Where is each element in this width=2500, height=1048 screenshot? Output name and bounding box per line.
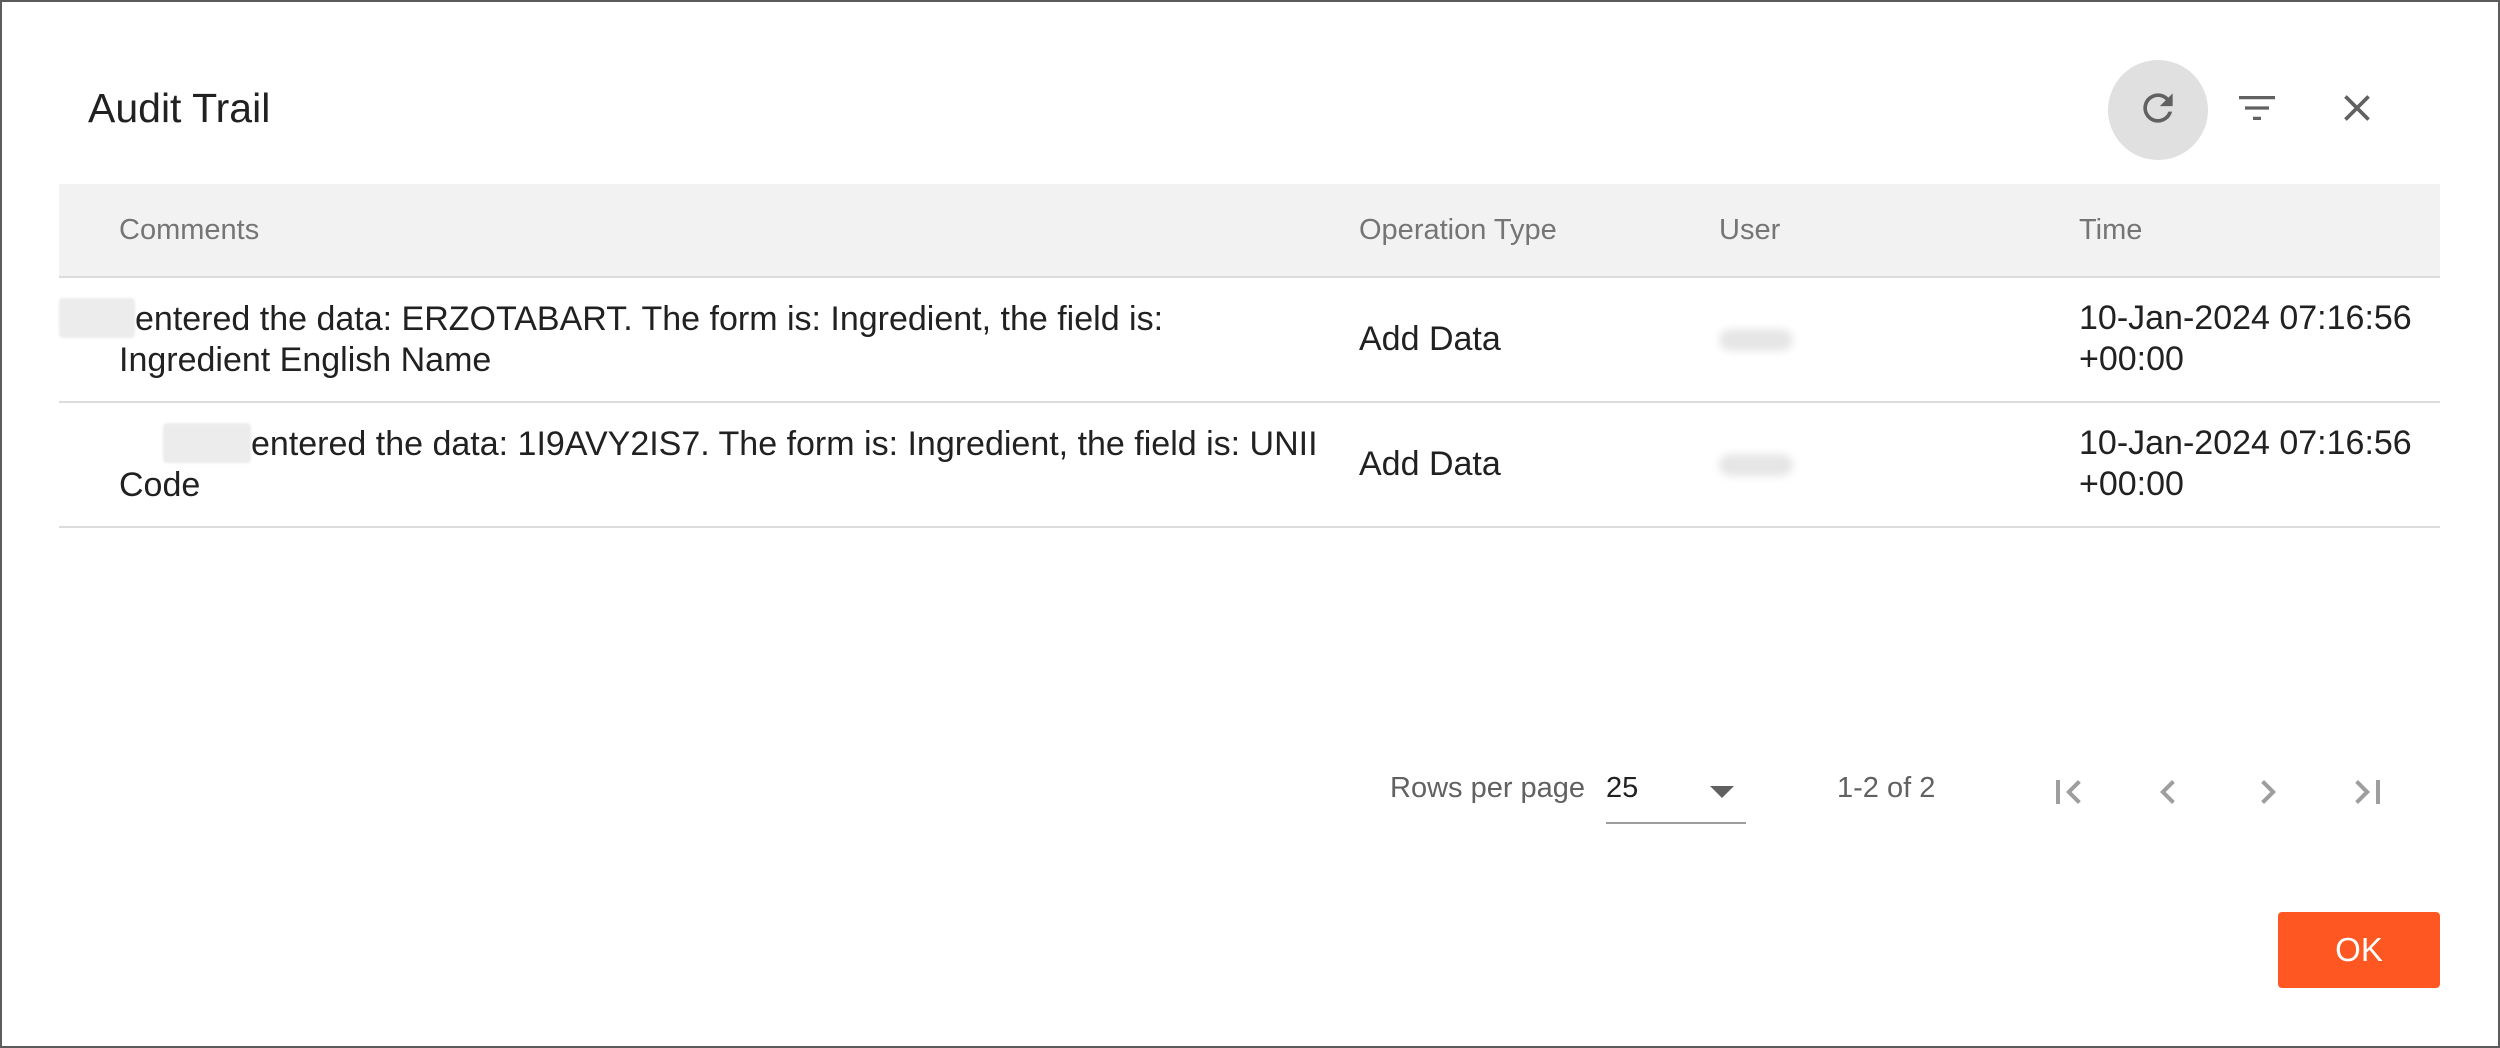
filter-icon [2233, 84, 2281, 137]
ok-button[interactable]: OK [2278, 912, 2440, 988]
rows-per-page-select[interactable]: 25 [1606, 764, 1746, 824]
rows-per-page-value: 25 [1606, 772, 1639, 804]
first-page-icon [2044, 768, 2092, 821]
user-cell [1719, 444, 1793, 486]
chevron-right-icon [2244, 768, 2292, 821]
last-page-button[interactable] [2336, 762, 2400, 826]
dialog-title: Audit Trail [88, 85, 271, 131]
table-header: Comments Operation Type User Time [59, 184, 2440, 278]
operation-type-cell: Add Data [1359, 320, 1501, 358]
refresh-button[interactable] [2108, 60, 2208, 160]
comment-cell: entered the data: 1I9AVY2IS7. The form i… [119, 423, 1319, 506]
user-cell [1719, 319, 1793, 361]
redacted-user [1719, 454, 1793, 476]
comment-text: entered the data: 1I9AVY2IS7. The form i… [119, 425, 1318, 504]
table-row[interactable]: entered the data: ERZOTABART. The form i… [59, 278, 2440, 403]
redacted-user-name [163, 423, 251, 463]
column-header-comments[interactable]: Comments [119, 214, 259, 247]
time-cell: 10-Jan-2024 07:16:56 +00:00 [2079, 424, 2412, 503]
last-page-icon [2344, 768, 2392, 821]
comment-cell: entered the data: ERZOTABART. The form i… [59, 298, 1319, 381]
column-header-operation-type[interactable]: Operation Type [1359, 214, 1557, 247]
table-row[interactable]: entered the data: 1I9AVY2IS7. The form i… [59, 403, 2440, 528]
column-header-user[interactable]: User [1719, 214, 1780, 247]
operation-type-cell: Add Data [1359, 445, 1501, 483]
comment-text: entered the data: ERZOTABART. The form i… [119, 300, 1164, 379]
pagination-range: 1-2 of 2 [1837, 772, 1936, 804]
refresh-icon [2136, 86, 2180, 135]
filter-button[interactable] [2207, 60, 2307, 160]
close-button[interactable] [2307, 60, 2407, 160]
redacted-user [1719, 329, 1793, 351]
close-icon [2335, 86, 2379, 135]
dropdown-arrow-icon [1710, 786, 1734, 798]
audit-trail-dialog: Audit Trail Comments Operation Type User… [0, 0, 2500, 1048]
next-page-button[interactable] [2236, 762, 2300, 826]
rows-per-page-label: Rows per page [1390, 772, 1586, 804]
time-cell: 10-Jan-2024 07:16:56 +00:00 [2079, 299, 2412, 378]
chevron-left-icon [2144, 768, 2192, 821]
previous-page-button[interactable] [2136, 762, 2200, 826]
column-header-time[interactable]: Time [2079, 214, 2142, 247]
redacted-user-name [59, 298, 135, 338]
first-page-button[interactable] [2036, 762, 2100, 826]
